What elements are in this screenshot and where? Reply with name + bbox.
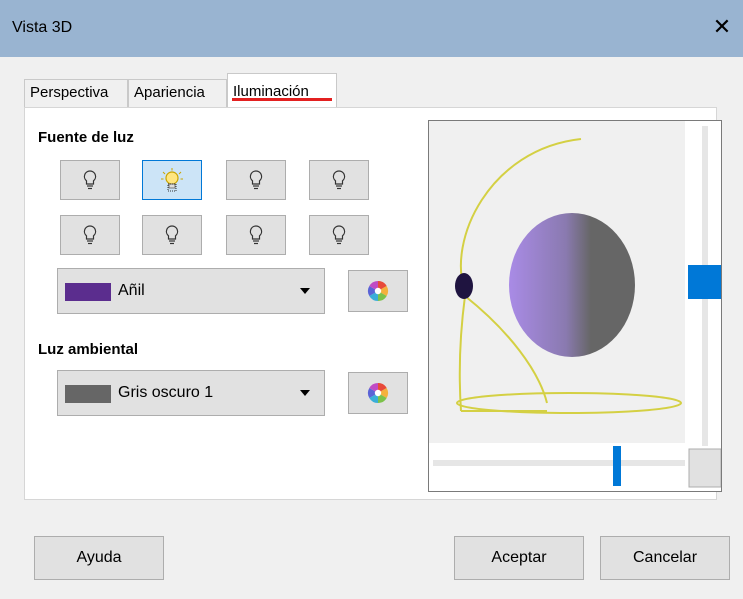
light-bulb-on-icon — [161, 168, 183, 192]
cancel-button-label: Cancelar — [632, 549, 698, 566]
light-bulb-icon — [249, 225, 263, 245]
light-source-4-button[interactable] — [309, 160, 369, 200]
light-bulb-icon — [332, 225, 346, 245]
tab-label-perspectiva: Perspectiva — [30, 84, 109, 101]
preview-sphere — [509, 213, 635, 357]
light-source-label: Fuente de luz — [38, 129, 134, 146]
light-source-6-button[interactable] — [142, 215, 202, 255]
lighting-preview — [428, 120, 722, 492]
cancel-button[interactable]: Cancelar — [600, 536, 730, 580]
horizontal-slider-thumb — [613, 446, 621, 486]
color-wheel-icon — [367, 280, 389, 302]
help-button[interactable]: Ayuda — [34, 536, 164, 580]
tab-perspectiva[interactable]: Perspectiva — [24, 79, 128, 107]
light-bulb-icon — [332, 170, 346, 190]
light-source-5-button[interactable] — [60, 215, 120, 255]
light-bulb-icon — [165, 225, 179, 245]
light-source-2-button[interactable] — [142, 160, 202, 200]
color-wheel-icon — [367, 382, 389, 404]
title-bar: Vista 3D ✕ — [0, 0, 743, 57]
light-source-1-button[interactable] — [60, 160, 120, 200]
ambient-color-dropdown[interactable]: Gris oscuro 1 — [57, 370, 325, 416]
light-color-picker-button[interactable] — [348, 270, 408, 312]
ambient-light-label: Luz ambiental — [38, 341, 139, 358]
light-color-swatch — [65, 283, 111, 301]
light-source-7-button[interactable] — [226, 215, 286, 255]
light-source-8-button[interactable] — [309, 215, 369, 255]
lighting-preview-canvas[interactable] — [429, 121, 721, 491]
ambient-color-picker-button[interactable] — [348, 372, 408, 414]
window-title: Vista 3D — [12, 19, 73, 36]
active-tab-indicator — [232, 98, 332, 101]
help-button-label: Ayuda — [76, 549, 122, 566]
vertical-slider-thumb — [688, 265, 721, 299]
chevron-down-icon — [300, 390, 310, 396]
light-color-value: Añil — [118, 282, 145, 299]
light-bulb-icon — [83, 170, 97, 190]
ok-button[interactable]: Aceptar — [454, 536, 584, 580]
chevron-down-icon — [300, 288, 310, 294]
light-bulb-icon — [83, 225, 97, 245]
ambient-color-value: Gris oscuro 1 — [118, 384, 214, 401]
horizontal-slider-track — [433, 460, 685, 466]
light-color-dropdown[interactable]: Añil — [57, 268, 325, 314]
light-source-dot — [455, 273, 473, 299]
tab-apariencia[interactable]: Apariencia — [128, 79, 227, 107]
ambient-color-swatch — [65, 385, 111, 403]
light-bulb-icon — [249, 170, 263, 190]
light-source-3-button[interactable] — [226, 160, 286, 200]
tab-iluminacion[interactable]: Iluminación — [227, 73, 337, 107]
preview-reset-button — [688, 448, 721, 488]
ok-button-label: Aceptar — [491, 549, 547, 566]
close-icon[interactable]: ✕ — [709, 14, 735, 40]
tab-label-apariencia: Apariencia — [134, 84, 205, 101]
